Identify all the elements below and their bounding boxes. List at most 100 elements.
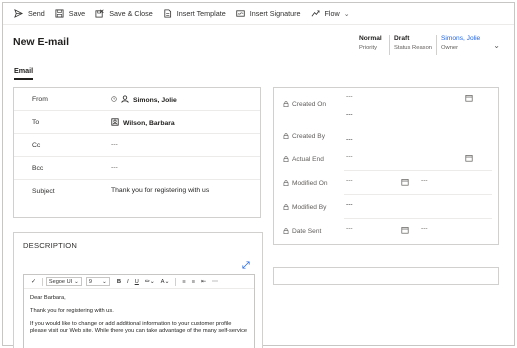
from-row[interactable]: From Simons, Jolie (14, 88, 260, 111)
calendar-icon[interactable] (401, 178, 409, 186)
to-label: To (32, 119, 40, 126)
save-label: Save (68, 9, 86, 18)
lock-icon (283, 204, 289, 210)
form-header: New E-mail Normal Priority Draft Status … (3, 26, 514, 64)
actual-end-value[interactable]: --- (346, 153, 353, 160)
expand-icon[interactable] (242, 261, 250, 269)
description-title: DESCRIPTION (23, 241, 78, 250)
subject-row[interactable]: Subject Thank you for registering with u… (14, 180, 260, 203)
command-bar: Send Save Save & Close Insert Template I… (3, 3, 514, 25)
font-family-value: Segoe UI (48, 278, 73, 285)
toolbar-divider (175, 277, 177, 286)
highlight-color-icon[interactable]: ✏⌄ (145, 279, 155, 285)
owner-value[interactable]: Simons, Jolie (441, 35, 480, 42)
chevron-down-icon: ⌄ (102, 278, 107, 285)
font-family-select[interactable]: Segoe UI ⌄ (45, 277, 82, 286)
modified-on-row[interactable]: Modified On --- --- (274, 171, 498, 195)
bullet-list-icon[interactable]: ≡ (182, 279, 185, 285)
details-card: Created On --- --- Created By --- Actual… (273, 87, 499, 245)
flow-label: Flow (324, 9, 340, 18)
cc-label: Cc (32, 142, 41, 149)
calendar-icon[interactable] (401, 226, 409, 234)
chevron-down-icon[interactable]: ⌄ (344, 10, 350, 18)
modified-on-label: Modified On (292, 180, 328, 187)
created-on-label: Created On (292, 101, 327, 108)
subject-label: Subject (32, 188, 55, 195)
email-fields-card: From Simons, Jolie To Wilson, Barbara Cc… (13, 87, 261, 218)
bcc-row[interactable]: Bcc --- (14, 157, 260, 180)
cc-row[interactable]: Cc --- (14, 134, 260, 157)
date-sent-value[interactable]: --- (346, 225, 353, 232)
insert-template-label: Insert Template (176, 9, 226, 18)
to-row[interactable]: To Wilson, Barbara (14, 111, 260, 134)
send-button[interactable]: Send (9, 3, 50, 25)
editor-toolbar: ✓ Segoe UI ⌄ 9 ⌄ B I U ✏⌄ A⌄ ≡ ≡ ⇤ ⋯ (24, 275, 254, 289)
header-expand-chevron-icon[interactable]: ⌄ (493, 41, 500, 50)
cc-value[interactable]: --- (111, 141, 118, 148)
priority-value: Normal (359, 35, 382, 42)
owner-label: Owner (441, 45, 459, 51)
calendar-icon[interactable] (465, 154, 473, 162)
lock-icon (283, 133, 289, 139)
header-divider (436, 35, 437, 55)
numbered-list-icon[interactable]: ≡ (192, 279, 195, 285)
contact-card-icon (111, 118, 119, 128)
empty-section-card (273, 267, 499, 285)
date-sent-time[interactable]: --- (421, 225, 428, 232)
insert-signature-label: Insert Signature (249, 9, 301, 18)
editor-body[interactable]: Dear Barbara, Thank you for registering … (30, 295, 250, 335)
modified-by-value[interactable]: --- (346, 201, 353, 208)
modified-by-row[interactable]: Modified By --- (274, 195, 498, 219)
body-thanks: Thank you for registering with us. (30, 307, 114, 314)
bcc-value[interactable]: --- (111, 164, 118, 171)
from-value[interactable]: Simons, Jolie (111, 95, 177, 105)
calendar-icon[interactable] (465, 94, 473, 102)
signature-icon (236, 9, 245, 18)
created-by-value[interactable]: --- (346, 136, 353, 143)
decrease-indent-icon[interactable]: ⇤ (201, 279, 206, 285)
created-by-label: Created By (292, 133, 325, 140)
description-card: DESCRIPTION ✓ Segoe UI ⌄ 9 ⌄ B I U ✏⌄ A⌄… (13, 232, 263, 348)
person-icon (121, 95, 129, 105)
header-divider (389, 35, 390, 55)
lock-icon (283, 180, 289, 186)
insert-template-button[interactable]: Insert Template (158, 3, 231, 25)
insert-signature-button[interactable]: Insert Signature (231, 3, 306, 25)
italic-icon[interactable]: I (127, 279, 129, 285)
actual-end-row[interactable]: Actual End --- (274, 147, 498, 171)
save-close-button[interactable]: Save & Close (90, 3, 158, 25)
font-size-select[interactable]: 9 ⌄ (85, 277, 110, 286)
save-button[interactable]: Save (50, 3, 90, 25)
created-on-value-secondary[interactable]: --- (346, 111, 353, 118)
send-label: Send (28, 9, 45, 18)
underline-icon[interactable]: U (135, 279, 139, 285)
lock-icon (283, 101, 289, 107)
created-by-row[interactable]: Created By --- (274, 124, 498, 148)
font-color-icon[interactable]: A⌄ (161, 279, 170, 285)
save-close-icon (95, 9, 104, 18)
font-size-value: 9 (88, 278, 92, 285)
modified-on-value[interactable]: --- (346, 177, 353, 184)
created-on-row[interactable]: Created On --- --- (274, 92, 498, 118)
subject-value[interactable]: Thank you for registering with us (111, 187, 209, 194)
status-label: Status Reason (394, 45, 433, 51)
body-line: please visit our Web site. While there y… (30, 328, 248, 334)
owner-field[interactable]: Simons, Jolie Owner (441, 35, 480, 51)
format-painter-icon[interactable]: ✓ (31, 279, 36, 285)
bold-icon[interactable]: B (117, 279, 121, 285)
date-sent-row[interactable]: Date Sent --- --- (274, 219, 498, 243)
date-sent-label: Date Sent (292, 228, 322, 235)
template-icon (163, 9, 172, 18)
tab-email[interactable]: Email (14, 66, 34, 80)
modified-on-time[interactable]: --- (421, 177, 428, 184)
to-value[interactable]: Wilson, Barbara (111, 118, 175, 128)
lock-icon (283, 156, 289, 162)
created-on-value[interactable]: --- (346, 93, 353, 100)
rich-text-editor[interactable]: ✓ Segoe UI ⌄ 9 ⌄ B I U ✏⌄ A⌄ ≡ ≡ ⇤ ⋯ Dea… (23, 274, 255, 348)
toolbar-divider (41, 277, 43, 286)
more-options-icon[interactable]: ⋯ (212, 279, 218, 285)
status-value: Draft (394, 35, 410, 42)
from-label: From (32, 96, 48, 103)
flow-button[interactable]: Flow ⌄ (306, 3, 355, 25)
body-greeting: Dear Barbara, (30, 295, 66, 301)
